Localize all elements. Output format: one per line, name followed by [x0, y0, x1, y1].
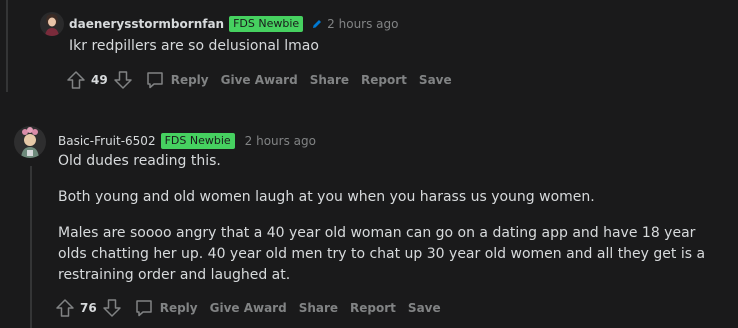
- reply-button[interactable]: Reply: [160, 301, 198, 315]
- pencil-icon: [311, 18, 323, 30]
- comment-actions: 76 Reply Give Award Share Report Save: [55, 296, 453, 320]
- comment-actions: 49 Reply Give Award Share Report Save: [66, 68, 464, 92]
- downvote-icon[interactable]: [102, 298, 122, 318]
- comment-timestamp[interactable]: 2 hours ago: [245, 134, 316, 148]
- upvote-icon[interactable]: [66, 70, 86, 90]
- avatar[interactable]: [40, 12, 64, 36]
- downvote-icon[interactable]: [113, 70, 133, 90]
- save-button[interactable]: Save: [408, 301, 441, 315]
- share-button[interactable]: Share: [310, 73, 349, 87]
- reply-button[interactable]: Reply: [171, 73, 209, 87]
- comment-timestamp[interactable]: 2 hours ago: [327, 17, 398, 31]
- upvote-icon[interactable]: [55, 298, 75, 318]
- give-award-button[interactable]: Give Award: [210, 301, 287, 315]
- give-award-button[interactable]: Give Award: [221, 73, 298, 87]
- save-button[interactable]: Save: [419, 73, 452, 87]
- share-button[interactable]: Share: [299, 301, 338, 315]
- comment-bubble-icon[interactable]: [134, 298, 154, 318]
- thread-line[interactable]: [30, 166, 32, 328]
- comment-header: daenerysstormbornfan FDS Newbie 2 hours …: [69, 16, 399, 32]
- comment-header: Basic-Fruit-6502 FDS Newbie 2 hours ago: [58, 133, 316, 149]
- comment-body-paragraph: Males are soooo angry that a 40 year old…: [58, 225, 706, 283]
- comment-body-paragraph: Old dudes reading this.: [58, 153, 221, 169]
- user-flair: FDS Newbie: [160, 133, 235, 149]
- report-button[interactable]: Report: [361, 73, 407, 87]
- comment-bubble-icon[interactable]: [145, 70, 165, 90]
- thread-line[interactable]: [6, 0, 8, 92]
- user-flair: FDS Newbie: [229, 16, 304, 32]
- comment-body-paragraph: Both young and old women laugh at you wh…: [58, 189, 595, 205]
- vote-count: 76: [80, 301, 97, 315]
- comment-author[interactable]: Basic-Fruit-6502: [58, 134, 156, 148]
- vote-count: 49: [91, 73, 108, 87]
- comment-author[interactable]: daenerysstormbornfan: [69, 17, 224, 31]
- avatar[interactable]: [14, 126, 46, 158]
- report-button[interactable]: Report: [350, 301, 396, 315]
- comment-body: Ikr redpillers are so delusional lmao: [69, 38, 319, 54]
